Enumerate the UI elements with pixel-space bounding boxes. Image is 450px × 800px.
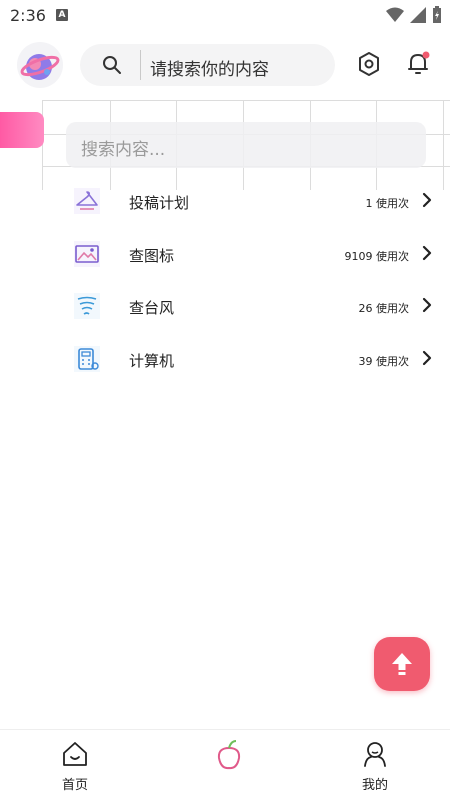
chevron-right-icon bbox=[422, 297, 432, 313]
app-logo[interactable] bbox=[17, 42, 63, 88]
usage-count: 9109 使用次 bbox=[344, 249, 410, 263]
peach-logo-icon bbox=[217, 740, 241, 770]
header-search-input[interactable]: 请搜索你的内容 bbox=[150, 55, 269, 80]
usage-count: 26 使用次 bbox=[358, 302, 410, 315]
home-icon bbox=[63, 742, 87, 766]
tool-name: 计算机 bbox=[129, 351, 175, 370]
list-item[interactable]: 查台风 26 使用次 bbox=[0, 281, 450, 334]
scroll-to-top-button[interactable] bbox=[374, 637, 430, 691]
list-item[interactable]: 查图标 9109 使用次 bbox=[0, 229, 450, 282]
gogo-watermark bbox=[208, 738, 308, 794]
hanger-icon bbox=[74, 188, 100, 214]
planet-logo-icon bbox=[20, 54, 60, 80]
list-item[interactable]: 投稿计划 1 使用次 bbox=[0, 176, 450, 229]
side-pink-tab[interactable] bbox=[0, 112, 44, 148]
nav-mine[interactable]: 我的 bbox=[345, 740, 405, 793]
image-gallery-icon bbox=[74, 240, 100, 267]
content-search-box[interactable]: 搜索内容... bbox=[66, 122, 426, 168]
battery-icon bbox=[433, 6, 441, 23]
status-time: 2:36 bbox=[10, 5, 46, 25]
arrow-up-icon bbox=[392, 653, 412, 675]
header-search-bar[interactable]: 请搜索你的内容 bbox=[80, 44, 335, 86]
usage-count: 39 使用次 bbox=[358, 354, 410, 368]
search-icon[interactable] bbox=[102, 55, 122, 75]
tool-name: 查台风 bbox=[129, 299, 175, 317]
signal-icon bbox=[410, 7, 426, 23]
nav-home-label: 首页 bbox=[61, 778, 88, 793]
nav-mine-label: 我的 bbox=[361, 778, 388, 793]
content-search-placeholder[interactable]: 搜索内容... bbox=[81, 135, 165, 160]
status-bar: 2:36 A bbox=[0, 0, 450, 30]
top-header: 请搜索你的内容 bbox=[0, 40, 450, 90]
chevron-right-icon bbox=[422, 245, 432, 260]
status-icons bbox=[386, 6, 442, 24]
tool-name: 查图标 bbox=[129, 246, 175, 265]
bell-notification-icon[interactable] bbox=[406, 50, 432, 76]
list-item[interactable]: 计算机 39 使用次 bbox=[0, 334, 450, 387]
search-divider bbox=[140, 50, 141, 80]
nav-home[interactable]: 首页 bbox=[45, 740, 105, 793]
chevron-right-icon bbox=[422, 192, 432, 208]
status-indicator: A bbox=[55, 9, 68, 21]
usage-count: 1 使用次 bbox=[365, 197, 410, 210]
chevron-right-icon bbox=[422, 350, 432, 365]
bottom-nav: 首页 我的 bbox=[0, 729, 450, 800]
settings-hexagon-icon[interactable] bbox=[358, 52, 380, 76]
typhoon-icon bbox=[74, 293, 100, 319]
calculator-icon bbox=[74, 345, 100, 372]
tool-name: 投稿计划 bbox=[129, 194, 190, 212]
person-icon bbox=[364, 742, 386, 767]
tool-list: 投稿计划 1 使用次 查图标 9109 使用次 查台风 26 使用次 计算机 3… bbox=[0, 176, 450, 386]
wifi-icon bbox=[386, 7, 404, 22]
